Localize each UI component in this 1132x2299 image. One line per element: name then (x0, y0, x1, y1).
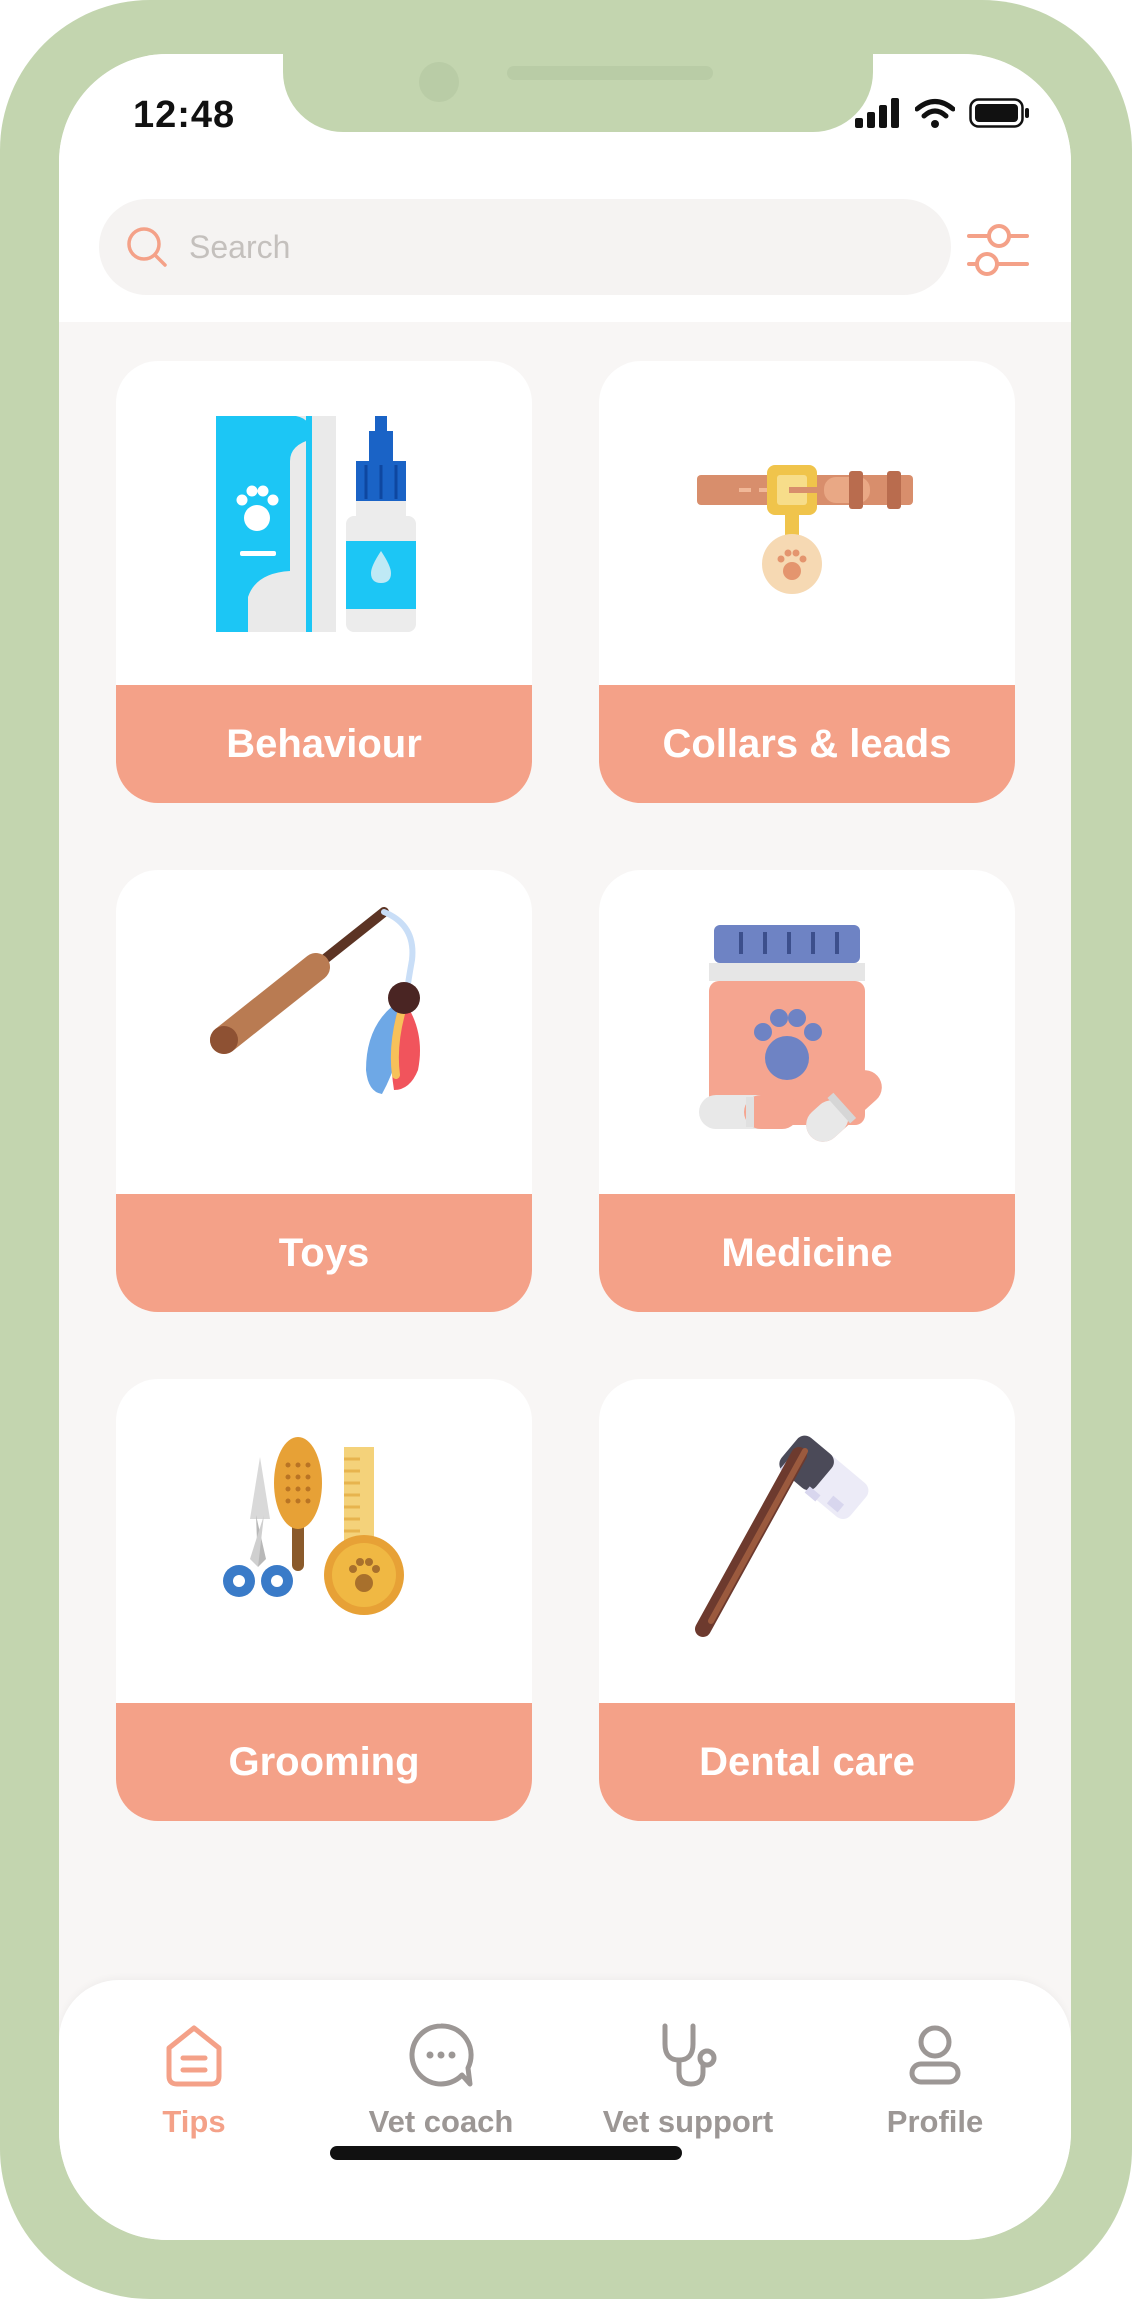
search-icon (127, 227, 167, 267)
home-indicator[interactable] (330, 2146, 682, 2160)
wifi-icon (915, 99, 955, 128)
category-label: Toys (278, 1230, 370, 1275)
person-icon (909, 2025, 961, 2085)
category-label-bar: Grooming (116, 1703, 532, 1821)
category-card-collars-leads[interactable]: Collars & leads (599, 361, 1015, 803)
nav-label-profile: Profile (886, 2104, 984, 2139)
category-card-behaviour[interactable]: Behaviour (116, 361, 532, 803)
collar-icon (697, 465, 913, 594)
stethoscope-icon (662, 2023, 717, 2087)
category-label: Behaviour (226, 721, 422, 766)
toothbrush-icon (695, 1435, 869, 1637)
bottom-nav: Tips Vet coach Vet support Profile (59, 1980, 1071, 2240)
category-label: Grooming (228, 1739, 420, 1784)
pet-book-and-bottle-icon (216, 416, 416, 632)
pet-medicine-jar-icon (699, 925, 882, 1142)
nav-label-tips: Tips (162, 2104, 226, 2139)
chat-bubble-icon (409, 2023, 474, 2087)
category-label-bar: Collars & leads (599, 685, 1015, 803)
home-icon (166, 2025, 222, 2087)
status-icons (855, 98, 1031, 128)
nav-item-profile[interactable]: Profile (825, 2020, 1045, 2140)
nav-item-tips[interactable]: Tips (84, 2020, 304, 2140)
battery-icon (969, 98, 1029, 128)
category-label-bar: Dental care (599, 1703, 1015, 1821)
status-time: 12:48 (133, 94, 236, 136)
category-label-bar: Behaviour (116, 685, 532, 803)
category-card-grooming[interactable]: Grooming (116, 1379, 532, 1821)
front-camera (419, 62, 459, 102)
category-label: Collars & leads (662, 721, 952, 766)
filter-settings-icon[interactable] (965, 220, 1031, 280)
phone-frame: 12:48 Search Behaviour Collars & leads T… (0, 0, 1132, 2299)
category-card-medicine[interactable]: Medicine (599, 870, 1015, 1312)
nav-label-vet-coach: Vet coach (368, 2104, 514, 2139)
search-bar[interactable] (99, 199, 951, 295)
grooming-tools-icon (223, 1437, 404, 1615)
nav-item-vet-coach[interactable]: Vet coach (331, 2020, 551, 2140)
feather-wand-toy-icon (210, 907, 420, 1094)
phone-screen: 12:48 Search Behaviour Collars & leads T… (59, 54, 1071, 2240)
category-label: Medicine (721, 1230, 893, 1275)
category-label-bar: Toys (116, 1194, 532, 1312)
nav-item-vet-support[interactable]: Vet support (578, 2020, 798, 2140)
nav-label-vet-support: Vet support (602, 2104, 774, 2139)
earpiece-speaker (507, 66, 713, 80)
category-card-toys[interactable]: Toys (116, 870, 532, 1312)
category-label: Dental care (699, 1739, 915, 1784)
category-card-dental-care[interactable]: Dental care (599, 1379, 1015, 1821)
search-input[interactable] (187, 227, 887, 267)
category-label-bar: Medicine (599, 1194, 1015, 1312)
phone-notch (283, 54, 873, 132)
